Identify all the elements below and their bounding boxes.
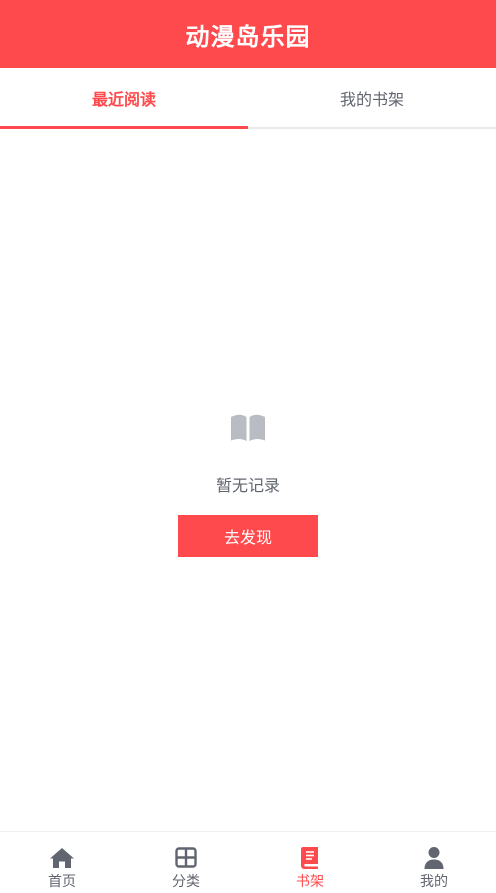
discover-button[interactable]: 去发现 <box>178 515 318 557</box>
empty-state: 暂无记录 去发现 <box>0 412 496 557</box>
home-icon <box>50 848 74 868</box>
nav-item-bookshelf[interactable]: 书架 <box>248 832 372 893</box>
user-icon <box>424 847 444 869</box>
nav-item-profile[interactable]: 我的 <box>372 832 496 893</box>
app-header: 动漫岛乐园 <box>0 0 496 68</box>
nav-label-home: 首页 <box>48 874 76 890</box>
nav-label-category: 分类 <box>172 874 200 890</box>
tab-recent-reading[interactable]: 最近阅读 <box>0 68 248 129</box>
bottom-nav: 首页 分类 书架 我的 <box>0 831 496 893</box>
book-icon <box>301 847 318 869</box>
shelf-tabs: 最近阅读 我的书架 <box>0 68 496 129</box>
nav-label-bookshelf: 书架 <box>296 874 324 890</box>
open-book-icon <box>231 414 265 441</box>
empty-message: 暂无记录 <box>215 476 280 495</box>
tab-my-bookshelf[interactable]: 我的书架 <box>248 68 496 127</box>
grid-icon <box>175 847 197 868</box>
nav-label-profile: 我的 <box>420 874 448 890</box>
app-title: 动漫岛乐园 <box>185 22 311 51</box>
nav-item-home[interactable]: 首页 <box>0 832 124 893</box>
nav-item-category[interactable]: 分类 <box>124 832 248 893</box>
app-screen: 动漫岛乐园 最近阅读 我的书架 暂无记录 去发现 首页 分类 书架 我的 <box>0 0 496 893</box>
